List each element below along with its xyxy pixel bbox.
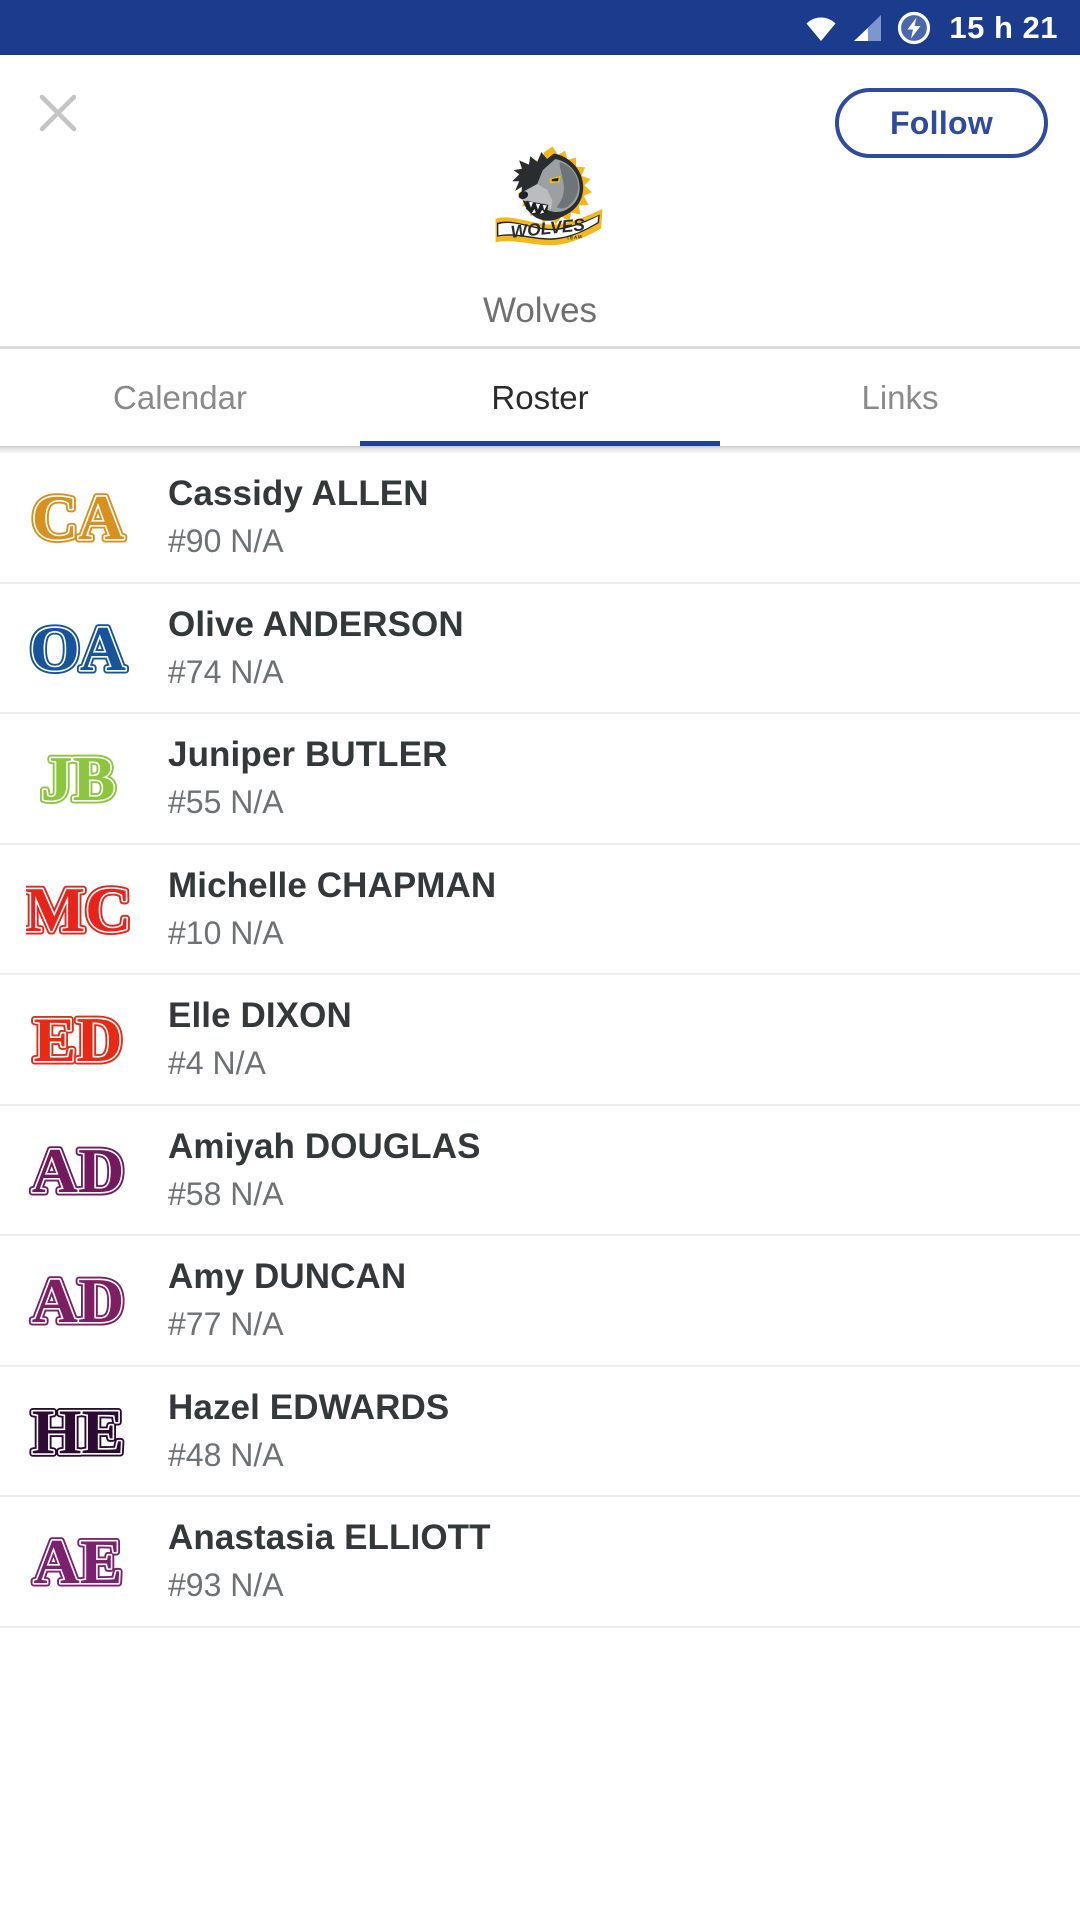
table-row[interactable]: MC MC MC Michelle CHAPMAN #10 N/A bbox=[0, 844, 1080, 975]
player-name: Elle DIXON bbox=[168, 996, 352, 1036]
tab-roster[interactable]: Roster bbox=[360, 349, 720, 446]
svg-text:ED: ED bbox=[34, 1004, 123, 1075]
player-name: Hazel EDWARDS bbox=[168, 1387, 450, 1427]
player-name: Amy DUNCAN bbox=[168, 1257, 407, 1297]
wifi-icon bbox=[804, 14, 838, 42]
player-name: Cassidy ALLEN bbox=[168, 474, 429, 514]
svg-text:AD: AD bbox=[32, 1265, 124, 1336]
player-number-position: #74 N/A bbox=[168, 653, 284, 690]
roster-list[interactable]: CA CA CA Cassidy ALLEN #90 N/A OA OA OA Olive AN… bbox=[0, 453, 1080, 1920]
player-initials-avatar: AD AD AD bbox=[24, 1262, 132, 1338]
tab-bar-shadow bbox=[0, 446, 1080, 453]
svg-text:CA: CA bbox=[32, 482, 124, 553]
player-number-position: #93 N/A bbox=[168, 1567, 284, 1604]
svg-text:AD: AD bbox=[32, 1135, 124, 1206]
player-info: Cassidy ALLEN #90 N/A bbox=[168, 474, 429, 560]
player-name: Amiyah DOUGLAS bbox=[168, 1126, 481, 1166]
team-profile-screen: 15 h 21 Follow WOLVES TEAM Wolves Calend… bbox=[0, 0, 1080, 1920]
player-info: Elle DIXON #4 N/A bbox=[168, 996, 352, 1082]
wolves-team-logo-icon: WOLVES TEAM bbox=[470, 141, 610, 259]
tab-links[interactable]: Links bbox=[720, 349, 1080, 446]
player-number-position: #4 N/A bbox=[168, 1045, 266, 1082]
svg-text:HE: HE bbox=[32, 1396, 124, 1467]
player-name: Anastasia ELLIOTT bbox=[168, 1518, 491, 1558]
player-name: Juniper BUTLER bbox=[168, 735, 448, 775]
svg-text:MC: MC bbox=[26, 874, 130, 945]
player-number-position: #77 N/A bbox=[168, 1306, 284, 1343]
table-row[interactable]: JB JB JB Juniper BUTLER #55 N/A bbox=[0, 714, 1080, 845]
player-info: Michelle CHAPMAN #10 N/A bbox=[168, 866, 496, 952]
player-initials-avatar: JB JB JB bbox=[24, 740, 132, 816]
table-row[interactable]: ED ED ED Elle DIXON #4 N/A bbox=[0, 975, 1080, 1106]
table-row[interactable]: AE AE AE Anastasia ELLIOTT #93 N/A bbox=[0, 1497, 1080, 1628]
player-initials-avatar: AD AD AD bbox=[24, 1132, 132, 1208]
player-info: Olive ANDERSON #74 N/A bbox=[168, 605, 464, 691]
player-name: Michelle CHAPMAN bbox=[168, 865, 497, 905]
tab-calendar[interactable]: Calendar bbox=[0, 349, 360, 446]
svg-text:OA: OA bbox=[30, 613, 126, 684]
status-bar: 15 h 21 bbox=[0, 0, 1080, 55]
svg-text:TEAM: TEAM bbox=[566, 234, 583, 241]
team-crest-block: WOLVES TEAM Wolves bbox=[0, 141, 1080, 331]
player-info: Anastasia ELLIOTT #93 N/A bbox=[168, 1518, 491, 1604]
player-initials-avatar: AE AE AE bbox=[24, 1523, 132, 1599]
player-number-position: #90 N/A bbox=[168, 523, 284, 560]
tab-calendar-label: Calendar bbox=[113, 378, 247, 416]
table-row[interactable]: CA CA CA Cassidy ALLEN #90 N/A bbox=[0, 453, 1080, 584]
player-initials-avatar: OA OA OA bbox=[24, 610, 132, 686]
player-info: Amiyah DOUGLAS #58 N/A bbox=[168, 1127, 481, 1213]
tab-links-label: Links bbox=[861, 378, 939, 416]
player-info: Hazel EDWARDS #48 N/A bbox=[168, 1388, 449, 1474]
table-row[interactable]: HE HE HE Hazel EDWARDS #48 N/A bbox=[0, 1366, 1080, 1497]
player-initials-avatar: HE HE HE bbox=[24, 1393, 132, 1469]
team-header: Follow WOLVES TEAM Wolves bbox=[0, 55, 1080, 346]
svg-text:JB: JB bbox=[41, 743, 116, 814]
player-info: Juniper BUTLER #55 N/A bbox=[168, 735, 447, 821]
team-name: Wolves bbox=[482, 291, 598, 330]
player-number-position: #58 N/A bbox=[168, 1175, 284, 1212]
table-row[interactable]: AD AD AD Amy DUNCAN #77 N/A bbox=[0, 1236, 1080, 1367]
follow-button-label: Follow bbox=[889, 104, 994, 141]
player-initials-avatar: MC MC MC bbox=[24, 871, 132, 947]
player-initials-avatar: CA CA CA bbox=[24, 479, 132, 555]
tab-roster-label: Roster bbox=[491, 378, 589, 416]
player-number-position: #55 N/A bbox=[168, 784, 284, 821]
player-info: Amy DUNCAN #77 N/A bbox=[168, 1257, 406, 1343]
cellular-signal-icon bbox=[852, 14, 883, 42]
table-row[interactable]: AD AD AD Amiyah DOUGLAS #58 N/A bbox=[0, 1105, 1080, 1236]
status-bar-clock: 15 h 21 bbox=[949, 9, 1058, 45]
table-row[interactable]: OA OA OA Olive ANDERSON #74 N/A bbox=[0, 583, 1080, 714]
player-number-position: #10 N/A bbox=[168, 914, 284, 951]
close-icon[interactable] bbox=[22, 77, 94, 149]
tab-bar: Calendar Roster Links bbox=[0, 349, 1080, 446]
player-initials-avatar: ED ED ED bbox=[24, 1001, 132, 1077]
player-number-position: #48 N/A bbox=[168, 1436, 284, 1473]
battery-charging-icon bbox=[897, 11, 931, 45]
svg-text:AE: AE bbox=[34, 1526, 123, 1597]
player-name: Olive ANDERSON bbox=[168, 604, 464, 644]
